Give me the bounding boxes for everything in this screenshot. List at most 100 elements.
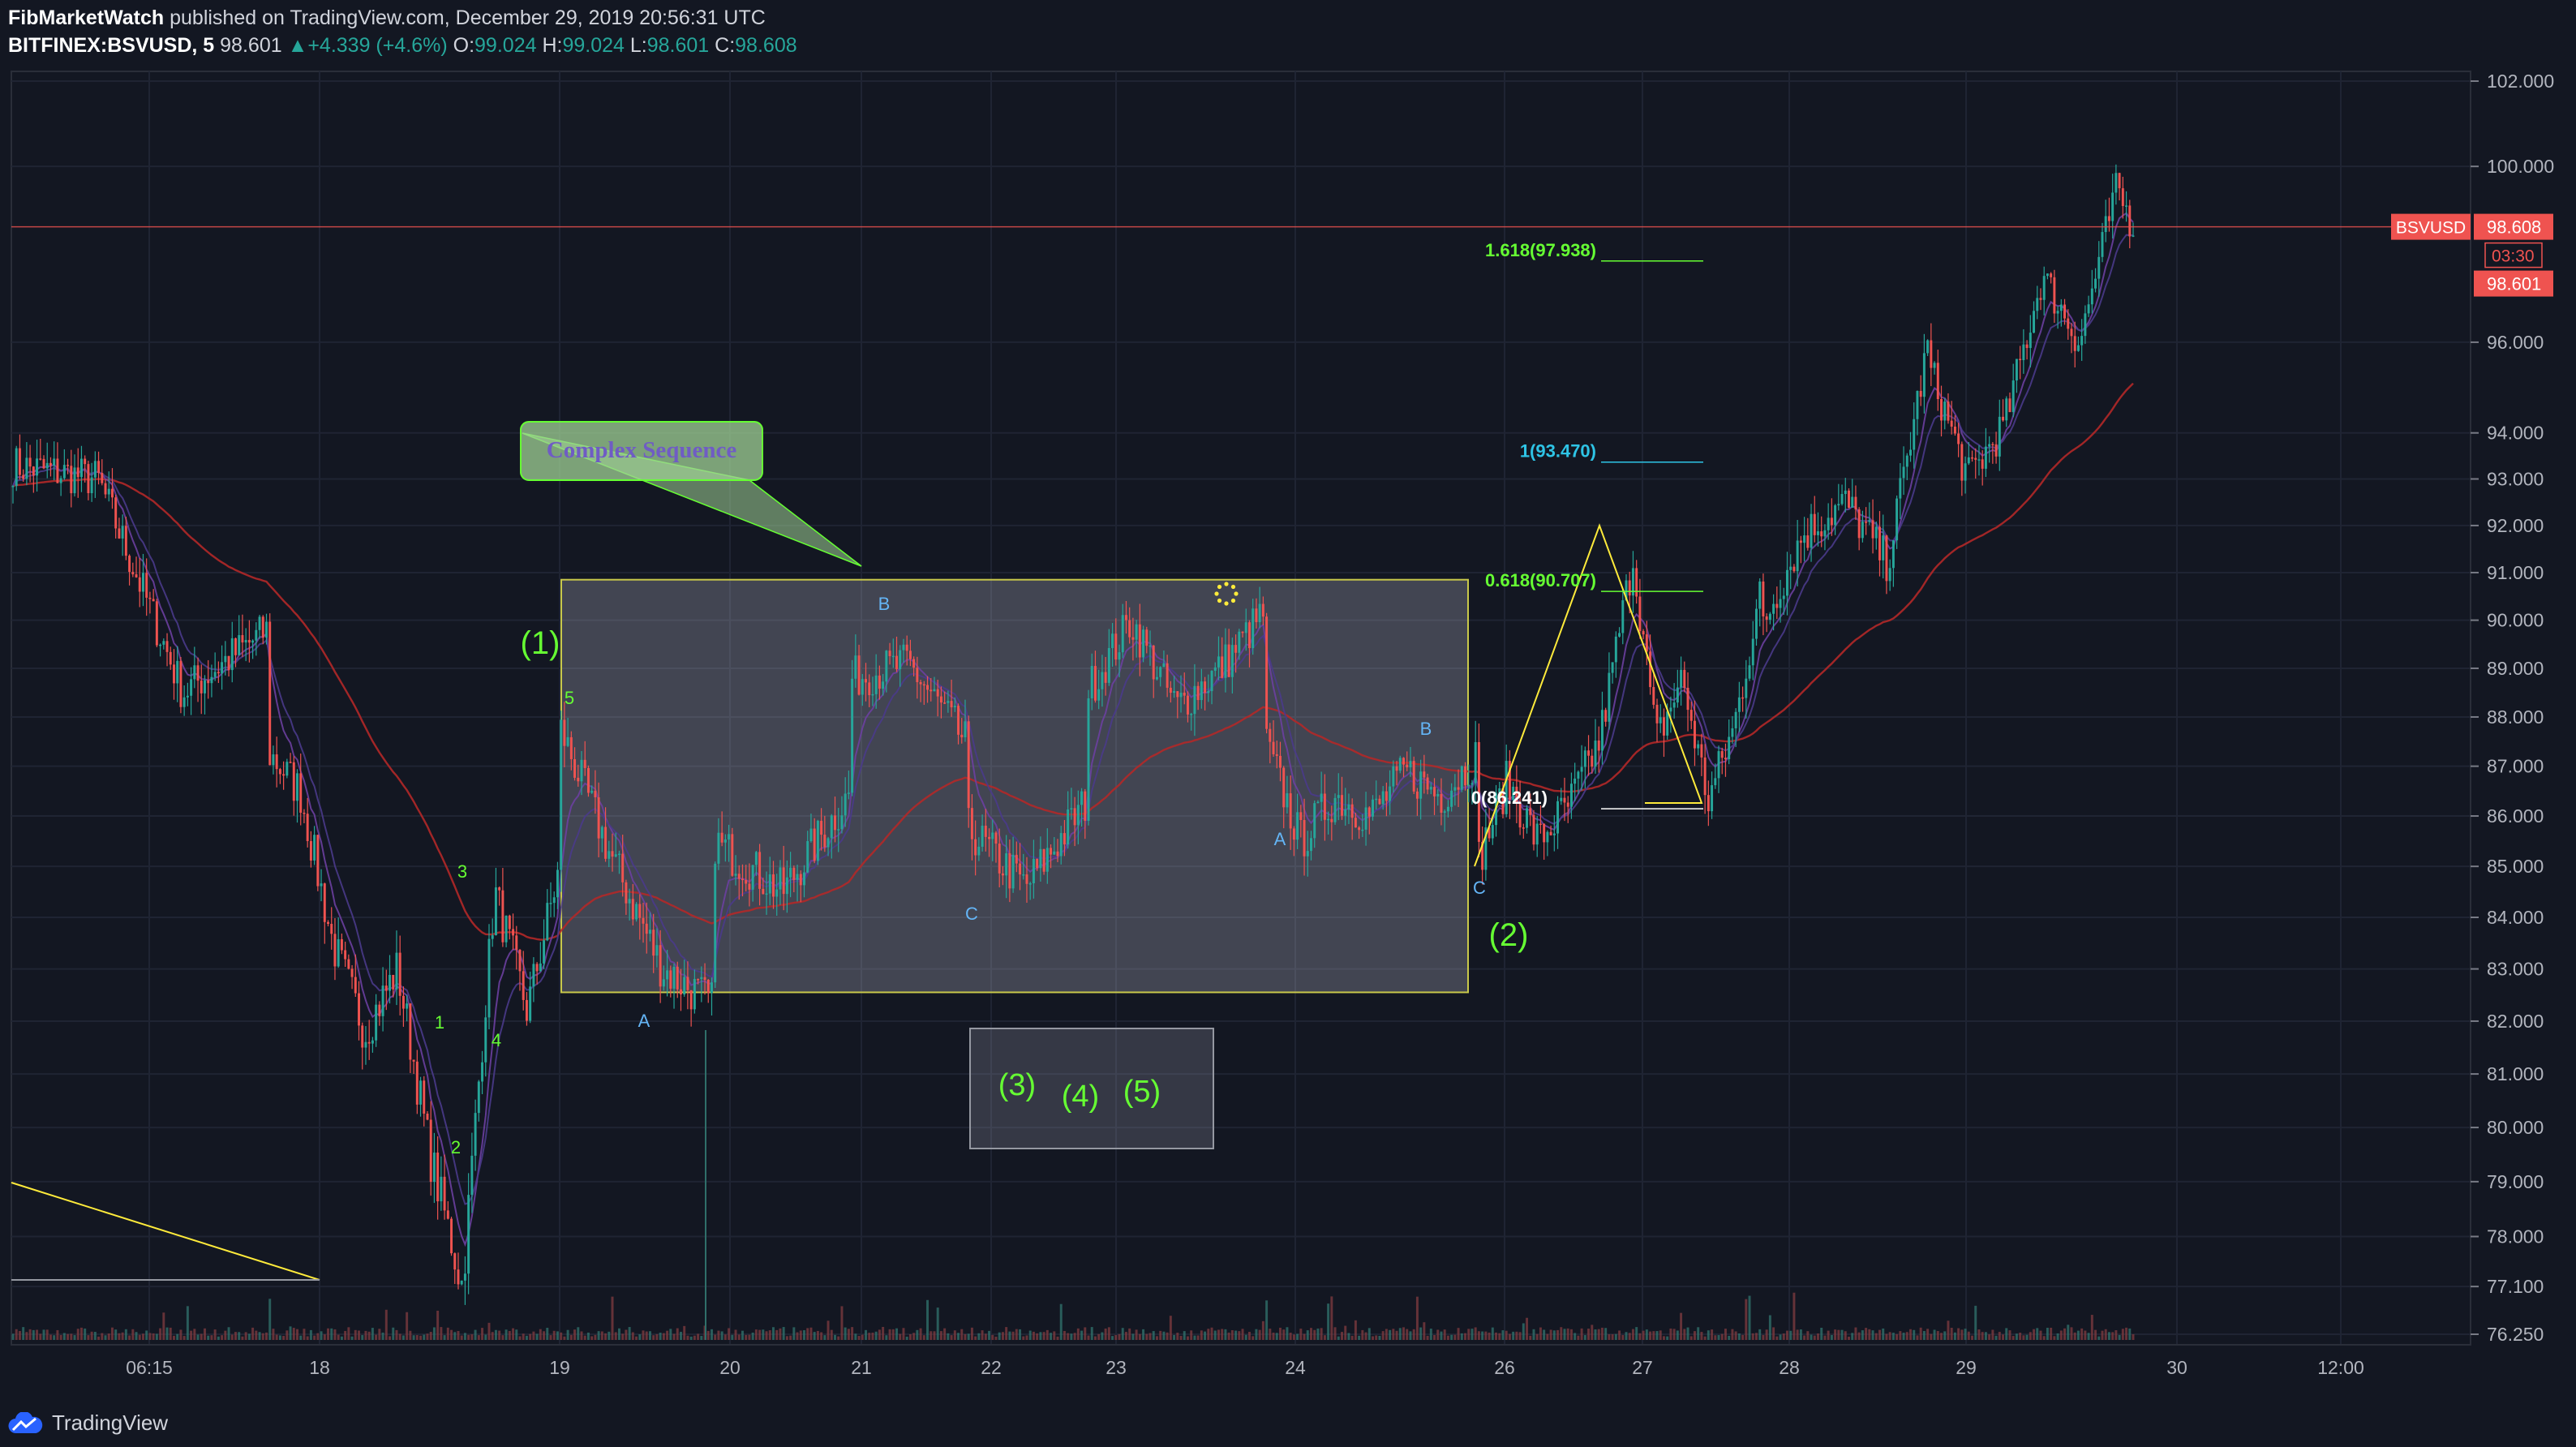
candle-body <box>1097 689 1101 701</box>
candle-body <box>423 1080 426 1114</box>
y-tick-label: 94.000 <box>2487 423 2544 444</box>
candle-body <box>642 917 645 924</box>
candle-body <box>1022 874 1025 876</box>
candle-body <box>2087 304 2090 314</box>
volume-bar <box>1080 1330 1084 1340</box>
candle-body <box>1107 648 1110 683</box>
volume-bar <box>73 1335 76 1340</box>
candle-body <box>1837 504 1840 506</box>
volume-bar <box>110 1327 114 1340</box>
volume-bar <box>2008 1330 2011 1340</box>
candle-body <box>460 1280 463 1285</box>
volume-bar <box>751 1332 754 1340</box>
volume-bar <box>717 1330 720 1340</box>
volume-bar <box>1457 1328 1460 1340</box>
candle-body <box>487 938 491 1018</box>
y-tick-label: 76.250 <box>2487 1324 2544 1345</box>
candle-body <box>1011 854 1015 889</box>
candle-body <box>1313 803 1316 839</box>
candle-body <box>608 851 611 859</box>
volume-bar <box>1481 1331 1484 1340</box>
volume-bar <box>367 1331 371 1340</box>
volume-bar <box>364 1330 367 1340</box>
volume-bar <box>2015 1333 2018 1340</box>
candle-body <box>1820 531 1823 537</box>
volume-bar <box>299 1335 303 1340</box>
candle-body <box>1406 764 1409 768</box>
volume-bar <box>720 1331 723 1340</box>
candle-body <box>1755 608 1758 639</box>
candle-body <box>868 682 871 696</box>
volume-bar <box>2070 1327 2073 1340</box>
candle-body <box>1652 687 1655 705</box>
volume-bar <box>2084 1330 2087 1340</box>
candle-body <box>1135 624 1138 640</box>
candle-body <box>1922 353 1926 397</box>
candle-body <box>1888 568 1891 582</box>
tradingview-logo[interactable]: TradingView <box>8 1411 168 1436</box>
volume-bar <box>1905 1332 1908 1340</box>
candle-body <box>1902 466 1905 479</box>
candle-body <box>272 754 275 766</box>
x-tick-label: 26 <box>1494 1357 1515 1378</box>
volume-bar <box>1882 1328 1885 1340</box>
candle-body <box>706 980 710 994</box>
candle-body <box>1252 608 1255 649</box>
indicator-dot <box>1230 584 1236 590</box>
volume-bar <box>1964 1329 1967 1340</box>
candle-body <box>309 840 312 861</box>
candle-body <box>15 448 18 487</box>
candle-body <box>563 719 566 746</box>
last-price: 98.601 <box>220 34 282 57</box>
candle-body <box>155 601 158 646</box>
candle-body <box>1337 795 1340 798</box>
volume-bar <box>1874 1333 1878 1340</box>
author-name[interactable]: FibMarketWatch <box>8 6 164 29</box>
volume-bar <box>1981 1332 1984 1340</box>
candle-body <box>659 945 662 987</box>
candle-body <box>330 924 333 934</box>
volume-bar <box>1053 1331 1056 1340</box>
symbol-label[interactable]: BITFINEX:BSVUSD, 5 <box>8 34 214 57</box>
volume-bar <box>1190 1330 1193 1340</box>
candle-body <box>1070 808 1073 810</box>
price-chart[interactable]: Complex Sequence 1.618(97.938) 1(93.470) 0.… <box>0 0 2576 1447</box>
candle-body <box>76 467 79 478</box>
volume-bar <box>604 1333 608 1340</box>
volume-bar <box>487 1322 491 1340</box>
consolidation-box <box>560 578 1469 994</box>
candle-body <box>1419 771 1423 799</box>
volume-bar <box>1971 1335 1973 1340</box>
candle-body <box>426 1114 429 1120</box>
candle-body <box>121 526 124 539</box>
candle-body <box>529 986 532 1021</box>
candle-body <box>1971 457 1973 459</box>
candle-body <box>1834 505 1837 526</box>
candle-body <box>655 945 659 956</box>
volume-bar <box>2002 1334 2005 1340</box>
volume-bar <box>1614 1333 1617 1340</box>
candle-body <box>823 835 826 848</box>
candle-body <box>2019 359 2022 361</box>
volume-bar <box>419 1335 423 1340</box>
volume-bar <box>333 1329 337 1340</box>
volume-bar <box>765 1331 768 1340</box>
candle-body <box>1655 704 1659 724</box>
candle-body <box>1964 463 1967 481</box>
candle-body <box>1823 530 1827 537</box>
candle-body <box>1354 818 1357 828</box>
volume-bar <box>93 1332 97 1340</box>
candle-body <box>141 573 144 592</box>
low-label: L: <box>629 34 647 57</box>
candle-body <box>1737 697 1741 712</box>
high-value: 99.024 <box>562 34 625 57</box>
candle-body <box>768 874 771 894</box>
volume-bar <box>608 1331 611 1340</box>
x-tick-label: 21 <box>851 1357 872 1378</box>
volume-bar <box>1896 1333 1899 1340</box>
volume-bar <box>1347 1333 1350 1340</box>
volume-bar <box>518 1336 522 1340</box>
volume-bar <box>426 1333 429 1340</box>
candle-body <box>1751 638 1754 666</box>
candle-body <box>432 1153 436 1183</box>
